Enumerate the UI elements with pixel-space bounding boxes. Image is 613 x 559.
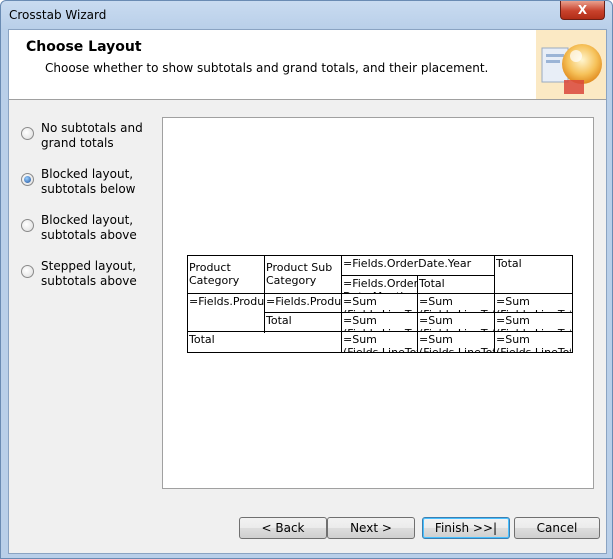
column-group-year: =Fields.OrderDate.Year	[343, 257, 472, 270]
back-button[interactable]: < Back	[239, 517, 327, 539]
next-button[interactable]: Next >	[327, 517, 415, 539]
grand-total-label: Total	[189, 333, 215, 346]
sum-cell: =Sum (Fields.LineTotal)	[343, 314, 417, 331]
option-label: Stepped layout, subtotals above	[41, 259, 137, 288]
wizard-client-area: Choose Layout Choose whether to show sub…	[8, 29, 607, 554]
window-title: Crosstab Wizard	[9, 8, 107, 22]
wizard-window: Crosstab Wizard X Choose Layout Choose w…	[0, 0, 613, 559]
cancel-button[interactable]: Cancel	[514, 517, 600, 539]
title-bar[interactable]: Crosstab Wizard X	[1, 1, 612, 29]
radio-blocked-below[interactable]	[21, 173, 34, 186]
sum-cell: =Sum (Fields.LineTotal)	[419, 333, 494, 352]
page-title: Choose Layout	[26, 39, 142, 55]
close-button[interactable]: X	[560, 1, 605, 20]
option-no-subtotals[interactable]: No subtotals and grand totals	[21, 121, 161, 167]
radio-stepped-above[interactable]	[21, 265, 34, 278]
year-total: Total	[419, 277, 445, 290]
wizard-banner-icon	[536, 30, 606, 99]
option-stepped-above[interactable]: Stepped layout, subtotals above	[21, 259, 161, 305]
layout-preview-panel: Product Category Product Sub Category =F…	[162, 117, 594, 489]
sum-cell: =Sum (Fields.LineTotal)	[496, 333, 571, 352]
layout-options: No subtotals and grand totals Blocked la…	[21, 121, 161, 305]
option-label: Blocked layout, subtotals above	[41, 213, 137, 242]
subtotal-label: Total	[266, 314, 292, 327]
radio-blocked-above[interactable]	[21, 219, 34, 232]
row-group-category: =Fields.ProductCategory	[189, 295, 264, 308]
row-group-subcategory: =Fields.ProductSubCategory	[266, 295, 341, 308]
sum-cell: =Sum (Fields.LineTotal)	[343, 295, 417, 312]
option-label: No subtotals and grand totals	[41, 121, 143, 150]
option-blocked-below[interactable]: Blocked layout, subtotals below	[21, 167, 161, 213]
option-label: Blocked layout, subtotals below	[41, 167, 136, 196]
sum-cell: =Sum (Fields.LineTotal)	[419, 314, 494, 331]
column-group-month: =Fields.Order Date.Month	[343, 277, 417, 293]
sum-cell: =Sum (Fields.LineTotal)	[496, 295, 571, 312]
sum-cell: =Sum (Fields.LineTotal)	[419, 295, 494, 312]
crosstab-preview: Product Category Product Sub Category =F…	[187, 255, 573, 353]
header-product-category: Product Category	[189, 261, 240, 287]
header-product-sub-category: Product Sub Category	[266, 261, 333, 287]
sum-cell: =Sum (Fields.LineTotal)	[343, 333, 417, 352]
option-blocked-above[interactable]: Blocked layout, subtotals above	[21, 213, 161, 259]
page-subtitle: Choose whether to show subtotals and gra…	[45, 61, 489, 75]
column-total: Total	[496, 257, 522, 270]
sum-cell: =Sum (Fields.LineTotal)	[496, 314, 571, 331]
wizard-header: Choose Layout Choose whether to show sub…	[9, 30, 606, 100]
finish-button[interactable]: Finish >>|	[422, 517, 510, 539]
radio-no-subtotals[interactable]	[21, 127, 34, 140]
